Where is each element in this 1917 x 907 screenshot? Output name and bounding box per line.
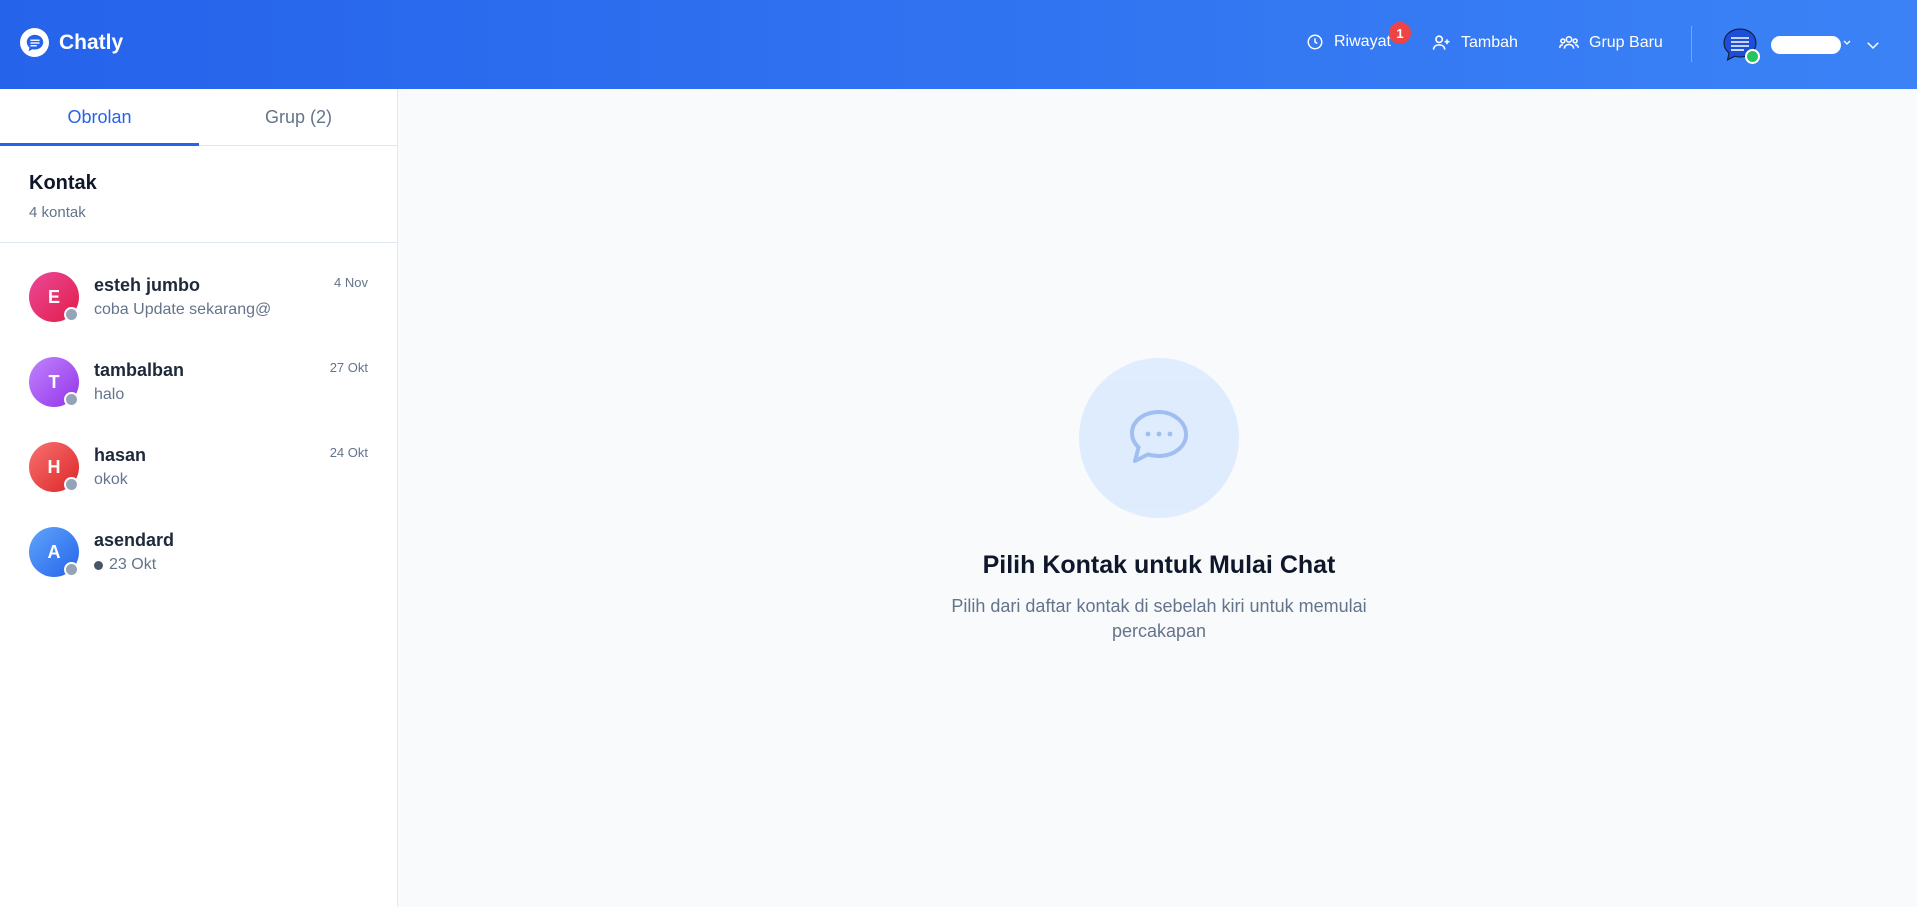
users-icon bbox=[1559, 35, 1579, 49]
caret-small-icon bbox=[1843, 40, 1851, 45]
last-message: 23 Okt bbox=[94, 556, 156, 574]
last-message-text: 23 Okt bbox=[109, 556, 157, 573]
contacts-title: Kontak bbox=[29, 172, 97, 194]
new-group-button[interactable]: Grup Baru bbox=[1559, 33, 1663, 52]
tab-chats[interactable]: Obrolan bbox=[0, 89, 199, 146]
app-header: Chatly Riwayat 1 Tambah Grup Baru bbox=[0, 0, 1917, 89]
last-message: halo bbox=[94, 386, 125, 403]
sidebar: Obrolan Grup (2) Kontak 4 kontak E esteh… bbox=[0, 89, 398, 907]
status-dot bbox=[64, 562, 79, 577]
brand[interactable]: Chatly bbox=[20, 28, 123, 57]
status-dot bbox=[64, 392, 79, 407]
history-button[interactable]: Riwayat bbox=[1306, 33, 1391, 51]
contacts-count: 4 kontak bbox=[29, 204, 86, 221]
contacts-header: Kontak 4 kontak bbox=[0, 146, 398, 243]
contact-item[interactable]: E esteh jumbo coba Update sekarang@ 4 No… bbox=[0, 255, 397, 340]
chat-main-empty: Pilih Kontak untuk Mulai Chat Pilih dari… bbox=[399, 89, 1917, 907]
app-name: Chatly bbox=[59, 30, 124, 54]
empty-state-illustration bbox=[1079, 358, 1239, 518]
contact-item[interactable]: T tambalban halo 27 Okt bbox=[0, 340, 397, 425]
contact-name: esteh jumbo bbox=[94, 275, 201, 295]
sidebar-tabs: Obrolan Grup (2) bbox=[0, 89, 398, 146]
clock-icon bbox=[1307, 34, 1323, 50]
contact-item[interactable]: A asendard 23 Okt bbox=[0, 510, 397, 595]
status-dot bbox=[64, 307, 79, 322]
contact-name: hasan bbox=[94, 445, 147, 465]
notification-badge: 1 bbox=[1389, 22, 1411, 44]
empty-state-subtitle: Pilih dari daftar kontak di sebelah kiri… bbox=[951, 596, 1367, 641]
empty-state-title: Pilih Kontak untuk Mulai Chat bbox=[982, 551, 1336, 579]
contact-item[interactable]: H hasan okok 24 Okt bbox=[0, 425, 397, 510]
message-time: 4 Nov bbox=[334, 275, 368, 290]
message-time: 27 Okt bbox=[329, 360, 368, 375]
dot-icon bbox=[94, 560, 103, 570]
add-contact-label: Tambah bbox=[1461, 33, 1518, 51]
user-name-redacted bbox=[1771, 36, 1841, 54]
chat-bubble-icon bbox=[1130, 410, 1188, 463]
new-group-label: Grup Baru bbox=[1589, 33, 1663, 51]
message-time: 24 Okt bbox=[329, 445, 368, 460]
header-divider bbox=[1691, 26, 1692, 62]
chat-logo-icon bbox=[20, 28, 49, 57]
status-dot bbox=[64, 477, 79, 492]
chevron-down-icon[interactable] bbox=[1864, 36, 1882, 54]
add-contact-button[interactable]: Tambah bbox=[1432, 33, 1518, 52]
history-label: Riwayat bbox=[1334, 33, 1391, 50]
last-message: coba Update sekarang@ bbox=[94, 301, 272, 318]
online-indicator bbox=[1745, 49, 1760, 64]
contact-name: tambalban bbox=[94, 360, 185, 380]
tab-groups[interactable]: Grup (2) bbox=[199, 89, 398, 146]
contact-name: asendard bbox=[94, 530, 175, 550]
user-plus-icon bbox=[1432, 35, 1450, 50]
last-message: okok bbox=[94, 471, 128, 488]
